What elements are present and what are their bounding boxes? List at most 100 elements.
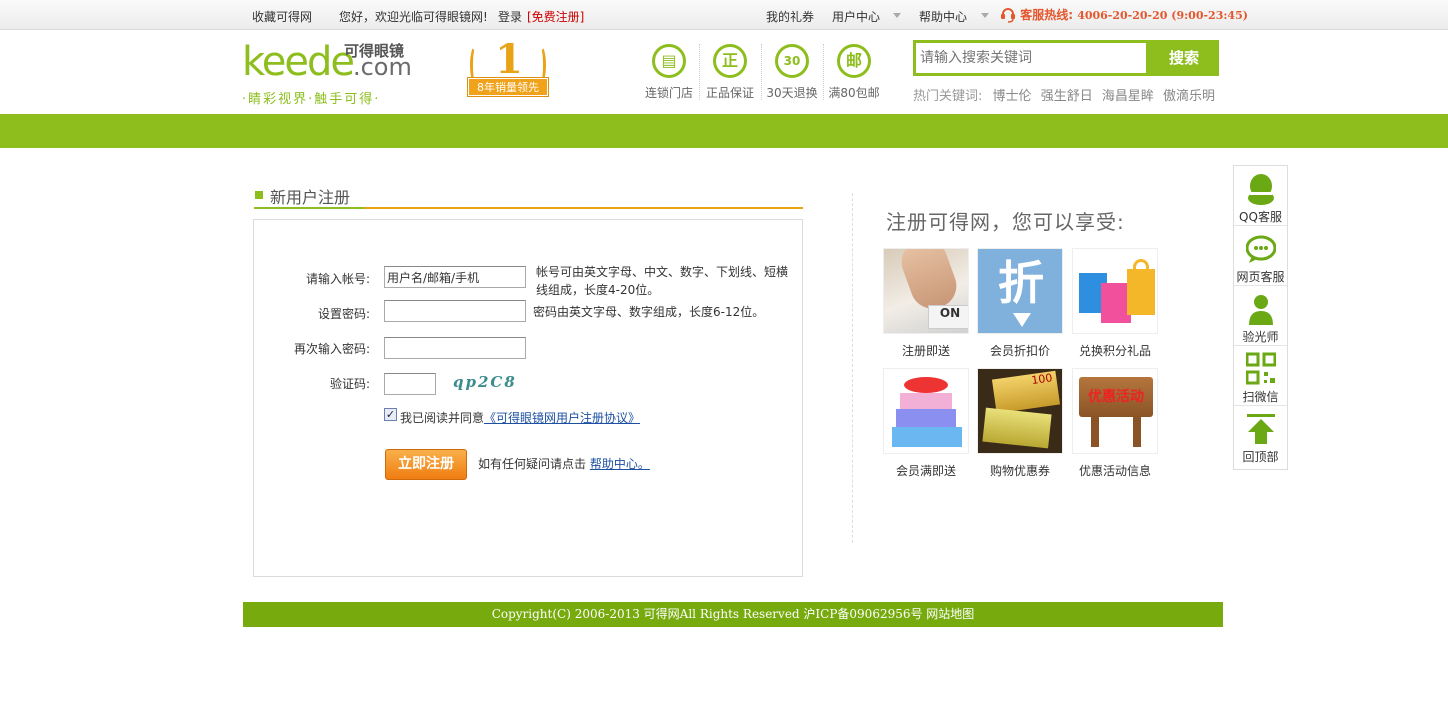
- side-web-service[interactable]: 网页客服: [1234, 226, 1287, 286]
- divider: [699, 44, 700, 100]
- gift-card-link[interactable]: 我的礼券: [766, 8, 814, 25]
- side-back-to-top[interactable]: 回顶部: [1234, 406, 1287, 466]
- hot-keyword-link[interactable]: 强生舒日: [1041, 89, 1093, 104]
- side-wechat-qr[interactable]: 扫微信: [1234, 346, 1287, 406]
- feature-genuine[interactable]: 正 正品保证: [702, 44, 758, 101]
- welcome-text: 您好，欢迎光临可得眼镜网!: [339, 10, 488, 24]
- logo-slogan: ·睛彩视界·触手可得·: [242, 92, 381, 107]
- divider: [761, 44, 762, 100]
- cake-gifts-image: [883, 368, 969, 454]
- help-text: 如有任何疑问请点击 帮助中心。: [478, 455, 650, 472]
- benefit-member-discount[interactable]: 折 会员折扣价: [977, 248, 1063, 359]
- user-center-menu[interactable]: 用户中心: [832, 8, 880, 25]
- side-label: 扫微信: [1242, 390, 1279, 404]
- feature-free-shipping[interactable]: 邮 满80包邮: [826, 44, 882, 101]
- account-label: 请输入帐号:: [305, 272, 370, 286]
- agree-label: 我已阅读并同意: [400, 411, 485, 425]
- nav-band: [0, 114, 1448, 148]
- coupon-image: 100: [977, 368, 1063, 454]
- divider: [852, 193, 853, 543]
- side-qq-service[interactable]: QQ客服: [1234, 166, 1287, 226]
- benefits-title: 注册可得网，您可以享受:: [886, 210, 1125, 234]
- qq-penguin-icon: [1248, 174, 1274, 205]
- headset-icon: [1001, 8, 1015, 23]
- login-link[interactable]: 登录: [498, 8, 522, 25]
- arrow-up-icon: [1247, 414, 1275, 444]
- top-bar: 收藏可得网 您好，欢迎光临可得眼镜网! 登录 [免费注册] 我的礼券 用户中心 …: [0, 0, 1448, 30]
- feature-label: 正品保证: [705, 86, 754, 100]
- hot-keyword-link[interactable]: 海昌星眸: [1102, 89, 1154, 104]
- hotline-number: 4006-20-20-20 (9:00-23:45): [1077, 9, 1248, 22]
- store-icon: ▤: [652, 44, 686, 78]
- captcha-input[interactable]: [384, 373, 436, 395]
- return-30-icon: 30: [775, 44, 809, 78]
- benefit-promo-info[interactable]: 优惠活动 优惠活动信息: [1072, 368, 1158, 479]
- captcha-label: 验证码:: [329, 377, 370, 391]
- genuine-icon: 正: [713, 44, 747, 78]
- logo-chinese-name: 可得眼镜: [344, 42, 405, 60]
- password-label: 设置密码:: [317, 307, 370, 321]
- hotline-label: 客服热线:: [1020, 8, 1073, 22]
- coupon-value: 100: [991, 370, 1061, 414]
- add-favorite-link[interactable]: 收藏可得网: [252, 8, 312, 25]
- account-hint: 帐号可由英文字母、中文、数字、下划线、短横线组成，长度4-20位。: [536, 265, 789, 297]
- feature-label: 30天退换: [766, 86, 818, 100]
- finger-keyboard-image: ON: [883, 248, 969, 334]
- help-label: 如有任何疑问请点击: [478, 457, 587, 471]
- benefit-label: 优惠活动信息: [1078, 464, 1151, 478]
- benefit-label: 会员满即送: [895, 464, 956, 478]
- side-label: 回顶部: [1242, 450, 1279, 464]
- feature-return[interactable]: 30 30天退换: [764, 44, 820, 101]
- chat-bubble-icon: [1246, 235, 1276, 263]
- benefit-label: 购物优惠券: [989, 464, 1050, 478]
- confirm-password-label: 再次输入密码:: [293, 342, 370, 356]
- search-button[interactable]: 搜索: [1149, 40, 1219, 76]
- feature-label: 连锁门店: [644, 86, 693, 100]
- hot-keyword-link[interactable]: 傲滴乐明: [1163, 89, 1215, 104]
- hot-keywords-label: 热门关键词:: [913, 89, 983, 104]
- register-form: 请输入帐号: 帐号可由英文字母、中文、数字、下划线、短横线组成，长度4-20位。…: [253, 219, 803, 577]
- free-shipping-icon: 邮: [837, 44, 871, 78]
- search-input[interactable]: [916, 43, 1146, 73]
- benefit-label: 兑换积分礼品: [1078, 344, 1151, 358]
- discount-image: 折: [977, 248, 1063, 334]
- agreement-link[interactable]: 《可得眼镜网用户注册协议》: [484, 411, 640, 425]
- captcha-image[interactable]: qp2C8: [453, 373, 517, 391]
- site-logo[interactable]: keede.com 可得眼镜 ·睛彩视界·触手可得·: [242, 38, 412, 108]
- feature-label: 满80包邮: [828, 86, 880, 100]
- side-toolbar: QQ客服 网页客服 验光师 扫微信 回顶部: [1233, 165, 1288, 470]
- title-underline: [254, 207, 364, 209]
- help-center-menu[interactable]: 帮助中心: [919, 8, 967, 25]
- benefit-coupon[interactable]: 100 购物优惠券: [977, 368, 1063, 479]
- shopping-bags-image: [1072, 248, 1158, 334]
- promo-sign-text: 优惠活动: [1079, 377, 1153, 417]
- sales-leader-badge: 1 8年销量领先: [452, 40, 564, 106]
- search-box: 搜索: [913, 40, 1219, 76]
- help-center-link[interactable]: 帮助中心。: [590, 457, 650, 471]
- footer-copyright: Copyright(C) 2006-2013 可得网All Rights Res…: [243, 602, 1223, 627]
- register-title-bar: 新用户注册: [254, 182, 803, 209]
- hot-keyword-link[interactable]: 博士伦: [993, 89, 1032, 104]
- page-title: 新用户注册: [270, 188, 351, 207]
- agree-text: 我已阅读并同意《可得眼镜网用户注册协议》: [400, 409, 640, 426]
- hot-keywords: 热门关键词: 博士伦 强生舒日 海昌星眸 傲滴乐明: [913, 85, 1220, 104]
- discount-char: 折: [998, 256, 1044, 310]
- agree-checkbox[interactable]: ✓: [384, 408, 397, 421]
- side-label: 验光师: [1242, 330, 1279, 344]
- free-register-link[interactable]: [免费注册]: [527, 8, 584, 25]
- confirm-password-input[interactable]: [384, 337, 526, 359]
- benefit-threshold-gift[interactable]: 会员满即送: [883, 368, 969, 479]
- side-optometrist[interactable]: 验光师: [1234, 286, 1287, 346]
- side-label: QQ客服: [1239, 210, 1282, 224]
- feature-store[interactable]: ▤ 连锁门店: [641, 44, 697, 101]
- password-input[interactable]: [384, 300, 526, 322]
- chevron-down-icon: [981, 13, 989, 18]
- benefit-points-gift[interactable]: 兑换积分礼品: [1072, 248, 1158, 359]
- hotline: 客服热线: 4006-20-20-20 (9:00-23:45): [1000, 6, 1248, 23]
- account-input[interactable]: [384, 266, 526, 288]
- benefit-label: 注册即送: [901, 344, 950, 358]
- optometrist-person-icon: [1249, 295, 1273, 325]
- benefit-register-gift[interactable]: ON 注册即送: [883, 248, 969, 359]
- register-submit-button[interactable]: 立即注册: [385, 449, 467, 480]
- badge-ribbon: 8年销量领先: [468, 78, 548, 96]
